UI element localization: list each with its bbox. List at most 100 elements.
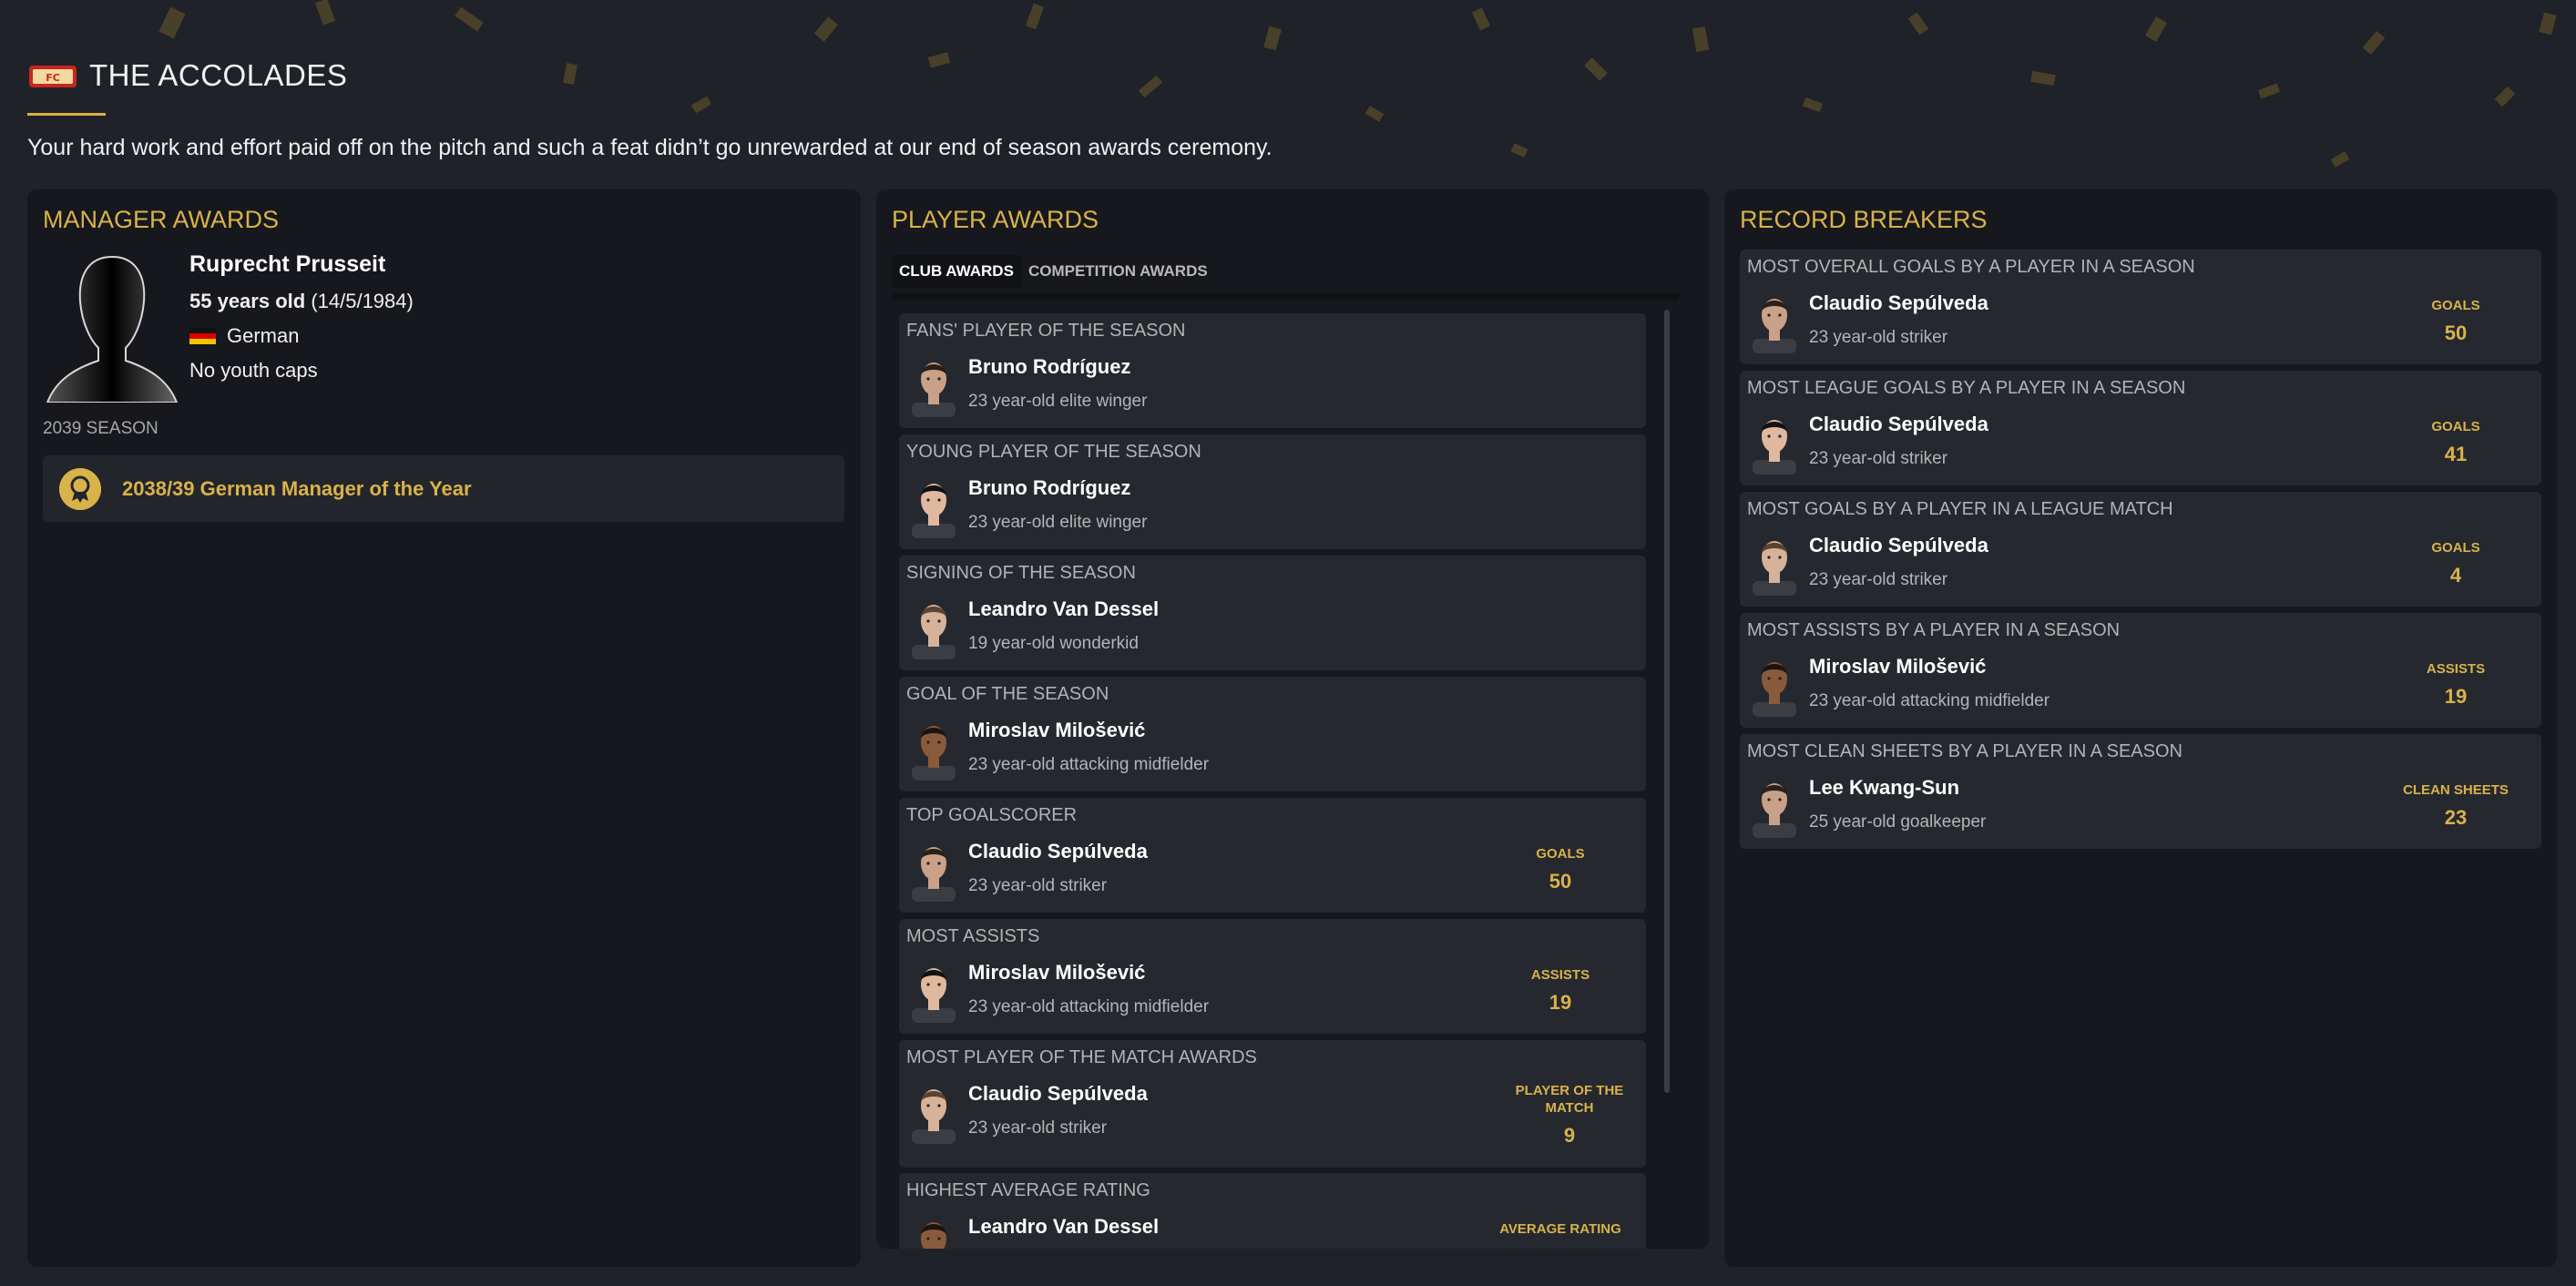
player-name[interactable]: Claudio Sepúlveda — [968, 840, 1148, 863]
player-name[interactable]: Claudio Sepúlveda — [1809, 413, 1988, 436]
player-portrait-icon[interactable] — [908, 352, 959, 417]
award-heading: MOST CLEAN SHEETS BY A PLAYER IN A SEASO… — [1747, 741, 2182, 761]
player-awards-list[interactable]: FANS' PLAYER OF THE SEASON Bruno Rodrígue… — [892, 301, 1679, 1249]
player-portrait-icon[interactable] — [1749, 530, 1800, 596]
stat-block: CLEAN SHEETS 23 — [2383, 781, 2529, 830]
player-description: 23 year-old striker — [1809, 449, 1948, 468]
player-description: 25 year-old goalkeeper — [1809, 812, 1987, 832]
record-card[interactable]: MOST CLEAN SHEETS BY A PLAYER IN A SEASO… — [1740, 734, 2541, 849]
stat-value: 9 — [1563, 1124, 1576, 1147]
stat-value: 50 — [1549, 870, 1572, 893]
player-portrait-icon[interactable] — [908, 957, 959, 1023]
player-portrait-icon[interactable] — [1749, 409, 1800, 475]
page-subtitle: Your hard work and effort paid off on th… — [27, 135, 1273, 160]
manager-award-item[interactable]: 2038/39 German Manager of the Year — [43, 455, 844, 522]
award-card[interactable]: HIGHEST AVERAGE RATING Leandro Van Dessel… — [899, 1173, 1646, 1249]
award-heading: MOST PLAYER OF THE MATCH AWARDS — [906, 1047, 1257, 1067]
player-description: 23 year-old striker — [968, 1118, 1108, 1138]
stat-value: 50 — [2444, 322, 2468, 344]
player-portrait-icon[interactable] — [908, 836, 959, 902]
award-heading: MOST LEAGUE GOALS BY A PLAYER IN A SEASO… — [1747, 378, 2186, 398]
player-portrait-icon[interactable] — [908, 473, 959, 538]
stat-value: 19 — [2444, 685, 2468, 708]
player-name[interactable]: Bruno Rodríguez — [968, 476, 1130, 500]
player-name[interactable]: Leandro Van Dessel — [968, 597, 1159, 621]
player-portrait-icon[interactable] — [1749, 288, 1800, 353]
scrollbar[interactable] — [1664, 310, 1670, 1093]
stat-label: GOALS — [2431, 540, 2480, 556]
award-heading: SIGNING OF THE SEASON — [906, 563, 1136, 583]
stat-value: 41 — [2444, 443, 2468, 465]
player-name[interactable]: Claudio Sepúlveda — [1809, 534, 1988, 557]
stat-block: AVERAGE RATING — [1487, 1220, 1633, 1245]
stat-label: GOALS — [1536, 846, 1585, 862]
player-name[interactable]: Claudio Sepúlveda — [1809, 291, 1988, 315]
player-portrait-icon[interactable] — [908, 594, 959, 659]
stat-block: GOALS 4 — [2383, 539, 2529, 587]
stat-block: ASSISTS 19 — [2383, 660, 2529, 709]
stat-label: ASSISTS — [2426, 661, 2486, 677]
record-card[interactable]: MOST OVERALL GOALS BY A PLAYER IN A SEAS… — [1740, 250, 2541, 364]
stat-block: ASSISTS 19 — [1487, 966, 1633, 1015]
stat-block: GOALS 50 — [2383, 297, 2529, 345]
stat-label: CLEAN SHEETS — [2403, 782, 2509, 798]
player-name[interactable]: Miroslav Milošević — [968, 719, 1145, 742]
page-title: THE ACCOLADES — [89, 58, 348, 92]
tab-competition-awards[interactable]: COMPETITION AWARDS — [1021, 255, 1215, 288]
player-portrait-icon[interactable] — [1749, 651, 1800, 717]
manager-youth-caps: No youth caps — [189, 359, 318, 382]
manager-silhouette-icon — [46, 255, 179, 403]
svg-text:FC: FC — [46, 72, 60, 84]
award-heading: FANS' PLAYER OF THE SEASON — [906, 321, 1186, 341]
awards-tabs: CLUB AWARDS COMPETITION AWARDS — [892, 253, 1215, 290]
record-breakers-title: RECORD BREAKERS — [1740, 206, 1988, 233]
record-breakers-panel: RECORD BREAKERS MOST OVERALL GOALS BY A … — [1724, 189, 2557, 1267]
player-name[interactable]: Bruno Rodríguez — [968, 355, 1130, 379]
manager-award-label: 2038/39 German Manager of the Year — [122, 477, 472, 500]
record-card[interactable]: MOST ASSISTS BY A PLAYER IN A SEASON Miro… — [1740, 613, 2541, 728]
tab-underline — [892, 293, 1679, 301]
player-portrait-icon[interactable] — [908, 715, 959, 781]
award-heading: MOST ASSISTS — [906, 926, 1040, 946]
stat-label: GOALS — [2431, 419, 2480, 434]
player-portrait-icon[interactable] — [908, 1078, 959, 1144]
season-label: 2039 SEASON — [43, 419, 158, 438]
player-description: 23 year-old elite winger — [968, 392, 1148, 411]
stat-label: ASSISTS — [1530, 967, 1590, 983]
player-name[interactable]: Lee Kwang-Sun — [1809, 776, 1959, 800]
player-description: 23 year-old attacking midfielder — [968, 755, 1210, 774]
page-header: FC THE ACCOLADES Your hard work and effo… — [27, 56, 2541, 175]
player-name[interactable]: Miroslav Milošević — [968, 961, 1145, 985]
award-heading: MOST ASSISTS BY A PLAYER IN A SEASON — [1747, 620, 2121, 640]
player-name[interactable]: Leandro Van Dessel — [968, 1215, 1159, 1239]
award-card[interactable]: YOUNG PLAYER OF THE SEASON Bruno Rodrígue… — [899, 434, 1646, 549]
manager-age: 55 years old — [189, 290, 306, 312]
title-underline — [27, 113, 106, 116]
stat-label: GOALS — [2431, 298, 2480, 313]
manager-age-row: 55 years old (14/5/1984) — [189, 290, 414, 313]
award-card[interactable]: MOST ASSISTS Miroslav Milošević 23 year-ol… — [899, 919, 1646, 1034]
player-portrait-icon[interactable] — [1749, 772, 1800, 838]
stat-value: 19 — [1549, 991, 1572, 1014]
player-name[interactable]: Claudio Sepúlveda — [968, 1082, 1148, 1106]
tab-club-awards[interactable]: CLUB AWARDS — [892, 255, 1021, 288]
award-medal-icon — [59, 468, 101, 510]
player-description: 23 year-old striker — [1809, 328, 1948, 347]
record-card[interactable]: MOST LEAGUE GOALS BY A PLAYER IN A SEASO… — [1740, 371, 2541, 485]
player-description: 23 year-old elite winger — [968, 513, 1148, 532]
award-card[interactable]: TOP GOALSCORER Claudio Sepúlveda 23 year-o… — [899, 798, 1646, 913]
award-card[interactable]: FANS' PLAYER OF THE SEASON Bruno Rodrígue… — [899, 313, 1646, 428]
award-card[interactable]: GOAL OF THE SEASON Miroslav Milošević 23 y… — [899, 677, 1646, 791]
award-heading: MOST GOALS BY A PLAYER IN A LEAGUE MATCH — [1747, 499, 2173, 519]
player-awards-panel: PLAYER AWARDS CLUB AWARDS COMPETITION AW… — [876, 189, 1709, 1249]
player-portrait-icon[interactable] — [908, 1211, 959, 1249]
award-heading: YOUNG PLAYER OF THE SEASON — [906, 442, 1201, 462]
stat-label: AVERAGE RATING — [1499, 1221, 1621, 1237]
record-card[interactable]: MOST GOALS BY A PLAYER IN A LEAGUE MATCH… — [1740, 492, 2541, 607]
player-name[interactable]: Miroslav Milošević — [1809, 655, 1986, 679]
award-card[interactable]: SIGNING OF THE SEASON Leandro Van Dessel 1… — [899, 556, 1646, 670]
manager-nationality-row: German — [189, 324, 299, 348]
player-description: 23 year-old attacking midfielder — [1809, 691, 2050, 710]
club-crest-icon: FC — [29, 66, 77, 87]
award-card[interactable]: MOST PLAYER OF THE MATCH AWARDS Claudio S… — [899, 1040, 1646, 1168]
